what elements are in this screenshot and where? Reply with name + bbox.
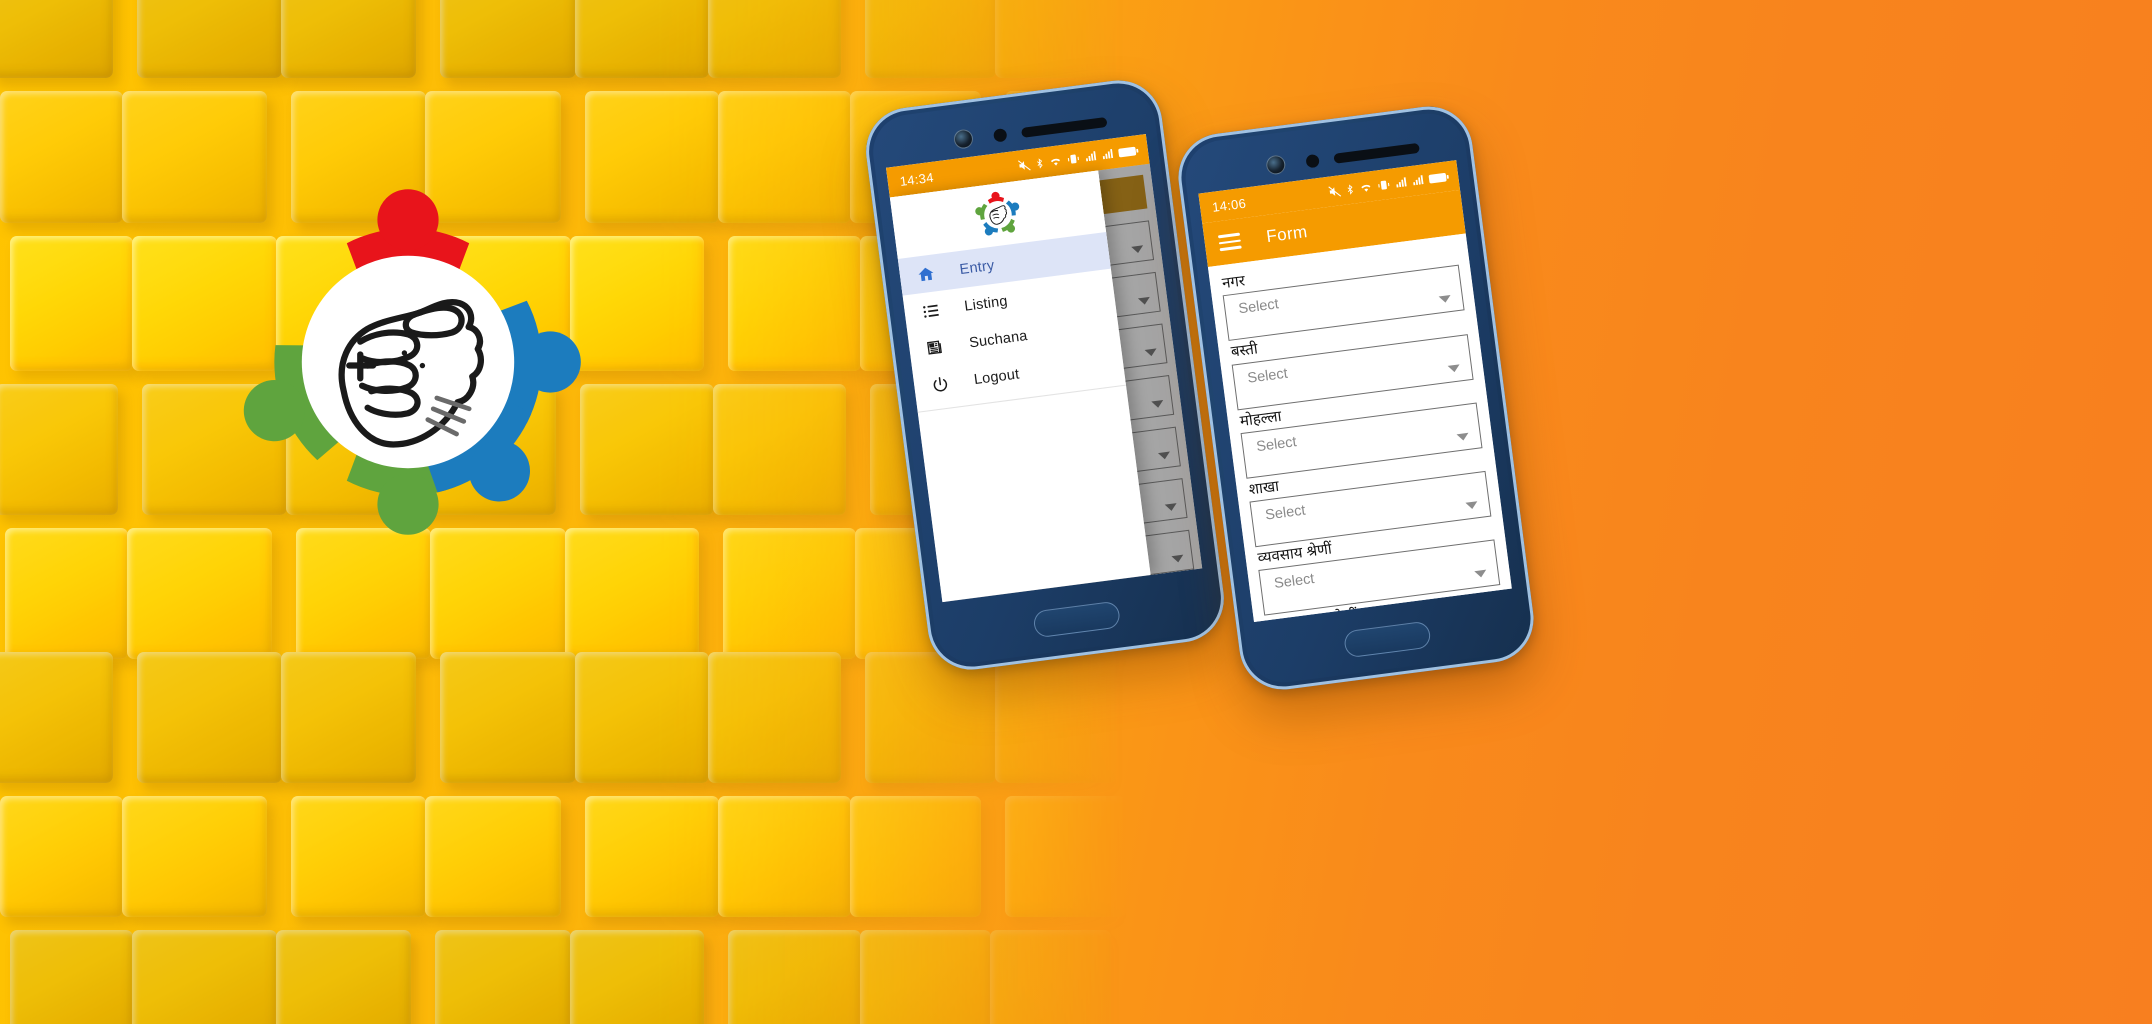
news-icon [925, 338, 946, 357]
background-tile [570, 930, 704, 1024]
background-tile [570, 236, 704, 371]
navigation-drawer: Entry Listing Suchana Logout [889, 163, 1203, 603]
background-tile [425, 796, 561, 917]
wifi-icon [1361, 184, 1371, 192]
form-body: नगर Select बस्ती Select मोहल्ला Select श… [1207, 233, 1512, 623]
background-tile [580, 384, 714, 515]
background-tile [291, 796, 426, 917]
background-tile [435, 930, 571, 1024]
home-icon [915, 264, 936, 284]
select-value: Select [1237, 296, 1280, 318]
background-tile [718, 796, 851, 917]
background-tile [132, 930, 277, 1024]
background-tile [995, 0, 1116, 78]
phone-device-form: 14:06 Form नगर Select बस्ती Select मोहल्… [1173, 101, 1539, 695]
background-tile [127, 528, 272, 659]
hamburger-icon[interactable] [1217, 232, 1242, 252]
signal-icon [1413, 175, 1424, 186]
battery-icon [1428, 172, 1449, 183]
home-button[interactable] [1032, 600, 1122, 639]
background-tile [585, 796, 719, 917]
background-tile [276, 930, 411, 1024]
power-icon [929, 374, 950, 394]
background-tile [723, 528, 856, 659]
background-tile [0, 652, 113, 783]
front-camera-icon [1265, 154, 1287, 176]
drawer-item-label: Logout [972, 365, 1021, 388]
background-tile [728, 236, 861, 371]
background-tile [850, 796, 981, 917]
background-tile [585, 91, 719, 223]
drawer-item-label: Entry [958, 257, 996, 278]
promo-banner: 14:34 Entry Listing Suchana Logout 14:06… [0, 0, 2152, 1024]
background-tile [1005, 796, 1126, 917]
background-tile [708, 652, 841, 783]
earpiece-speaker-icon [1333, 142, 1420, 164]
background-tile [5, 528, 128, 659]
background-tile [708, 0, 841, 78]
battery-icon [1118, 146, 1139, 157]
unity-fist-logo [228, 182, 588, 542]
drawer-item-label: Suchana [968, 327, 1029, 351]
vibrate-icon [1378, 180, 1390, 190]
proximity-sensor-icon [1305, 153, 1320, 169]
signal-icon [1396, 177, 1407, 188]
bluetooth-icon [1037, 157, 1043, 169]
home-button[interactable] [1342, 620, 1432, 659]
wifi-icon [1050, 158, 1060, 166]
background-tile [995, 652, 1116, 783]
signal-icon [1102, 148, 1114, 160]
background-tile [137, 0, 282, 78]
background-tile [0, 796, 123, 917]
background-tile [0, 384, 118, 515]
select-value: Select [1264, 502, 1307, 524]
background-tile [137, 652, 282, 783]
background-tile [440, 0, 576, 78]
app-bar-title: Form [1265, 221, 1309, 247]
select-value: Select [1273, 571, 1316, 593]
phone-bezel: 14:34 Entry Listing Suchana Logout [868, 83, 1222, 667]
background-tile [281, 0, 416, 78]
background-tile [0, 91, 123, 223]
background-tile [865, 652, 996, 783]
status-bar-time: 14:34 [898, 169, 935, 189]
phone-bezel: 14:06 Form नगर Select बस्ती Select मोहल्… [1181, 109, 1531, 687]
background-tile [10, 236, 133, 371]
background-tile [575, 0, 709, 78]
earpiece-speaker-icon [1020, 116, 1108, 138]
background-tile [718, 91, 851, 223]
background-tile [865, 0, 996, 78]
background-tile [296, 528, 431, 659]
drawer-item-label: Listing [963, 292, 1009, 315]
status-bar-time: 14:06 [1211, 195, 1247, 215]
select-value: Select [1255, 433, 1298, 455]
list-icon [920, 302, 941, 320]
vibrate-icon [1067, 154, 1079, 164]
front-camera-icon [952, 128, 975, 150]
select-value: Select [1246, 365, 1289, 387]
bluetooth-icon [1347, 183, 1353, 195]
background-tile [0, 0, 113, 78]
background-tile [860, 930, 991, 1024]
mute-icon [1017, 159, 1031, 171]
background-tile [440, 652, 576, 783]
background-tile [122, 796, 267, 917]
background-tile [10, 930, 133, 1024]
background-tile [430, 528, 566, 659]
background-tile [565, 528, 699, 659]
phone-screen: 14:06 Form नगर Select बस्ती Select मोहल्… [1198, 160, 1512, 623]
proximity-sensor-icon [992, 127, 1008, 143]
signal-icon [1085, 151, 1097, 162]
background-tile [575, 652, 709, 783]
background-tile [281, 652, 416, 783]
background-tile [713, 384, 846, 515]
phone-screen: 14:34 Entry Listing Suchana Logout [885, 134, 1203, 603]
mute-icon [1328, 185, 1342, 197]
background-tile [990, 930, 1111, 1024]
background-tile [728, 930, 861, 1024]
